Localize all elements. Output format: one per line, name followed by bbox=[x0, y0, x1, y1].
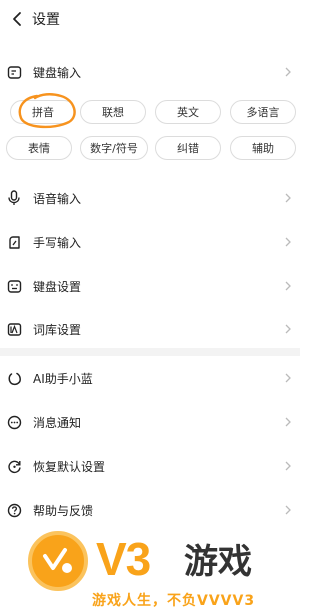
help-feedback-label: 帮助与反馈 bbox=[33, 503, 94, 518]
chip-multilanguage[interactable]: 多语言 bbox=[230, 100, 296, 124]
keyboard-input-label: 键盘输入 bbox=[33, 65, 82, 80]
restore-defaults-label: 恢复默认设置 bbox=[33, 459, 106, 474]
chip-number-symbol[interactable]: 数字/符号 bbox=[80, 136, 148, 160]
handwriting-input-row[interactable]: 手写输入 bbox=[0, 222, 300, 262]
dictionary-settings-label: 词库设置 bbox=[33, 322, 82, 337]
chevron-right-icon bbox=[284, 280, 292, 292]
chevron-right-icon bbox=[284, 192, 292, 204]
chevron-right-icon bbox=[284, 460, 292, 472]
help-icon bbox=[6, 502, 22, 518]
chip-assist[interactable]: 辅助 bbox=[230, 136, 296, 160]
watermark-brand: V3 bbox=[96, 533, 151, 585]
watermark-logo bbox=[25, 528, 91, 594]
watermark-slogan: 游戏人生，不负VVVV3 bbox=[92, 593, 256, 609]
dictionary-settings-row[interactable]: 词库设置 bbox=[0, 309, 300, 349]
page-title: 设置 bbox=[32, 12, 60, 28]
keyboard-input-icon bbox=[6, 64, 22, 80]
back-arrow-icon[interactable] bbox=[8, 9, 26, 29]
ai-assistant-label: AI助手小蓝 bbox=[33, 371, 93, 386]
keyboard-icon bbox=[6, 278, 22, 294]
message-notification-label: 消息通知 bbox=[33, 415, 82, 430]
chip-pinyin[interactable]: 拼音 bbox=[10, 100, 76, 124]
chip-association[interactable]: 联想 bbox=[80, 100, 146, 124]
keyboard-input-options: 拼音 联想 英文 多语言 表情 数字/符号 纠错 辅助 bbox=[0, 96, 300, 166]
keyboard-settings-row[interactable]: 键盘设置 bbox=[0, 266, 300, 306]
chevron-right-icon bbox=[284, 236, 292, 248]
chip-emoji[interactable]: 表情 bbox=[6, 136, 72, 160]
ai-assistant-row[interactable]: AI助手小蓝 bbox=[0, 358, 300, 398]
help-feedback-row[interactable]: 帮助与反馈 bbox=[0, 490, 300, 530]
top-bar: 设置 bbox=[0, 0, 300, 38]
handwriting-input-label: 手写输入 bbox=[33, 235, 82, 250]
message-icon bbox=[6, 414, 22, 430]
chip-english[interactable]: 英文 bbox=[155, 100, 221, 124]
message-notification-row[interactable]: 消息通知 bbox=[0, 402, 300, 442]
chevron-right-icon bbox=[284, 372, 292, 384]
restore-defaults-row[interactable]: 恢复默认设置 bbox=[0, 446, 300, 486]
chip-correction[interactable]: 纠错 bbox=[155, 136, 221, 160]
section-divider bbox=[0, 348, 300, 356]
restore-icon bbox=[6, 458, 22, 474]
chevron-right-icon bbox=[284, 323, 292, 335]
watermark-brand-suffix: 游戏 bbox=[184, 542, 252, 582]
handwriting-icon bbox=[6, 234, 22, 250]
voice-input-row[interactable]: 语音输入 bbox=[0, 178, 300, 218]
chevron-right-icon bbox=[284, 416, 292, 428]
voice-input-label: 语音输入 bbox=[33, 191, 82, 206]
chevron-right-icon bbox=[284, 504, 292, 516]
dictionary-icon bbox=[6, 321, 22, 337]
keyboard-settings-label: 键盘设置 bbox=[33, 279, 82, 294]
keyboard-input-row[interactable]: 键盘输入 bbox=[0, 52, 300, 92]
ai-assistant-icon bbox=[6, 370, 22, 386]
chevron-right-icon bbox=[284, 66, 292, 78]
microphone-icon bbox=[6, 190, 22, 206]
